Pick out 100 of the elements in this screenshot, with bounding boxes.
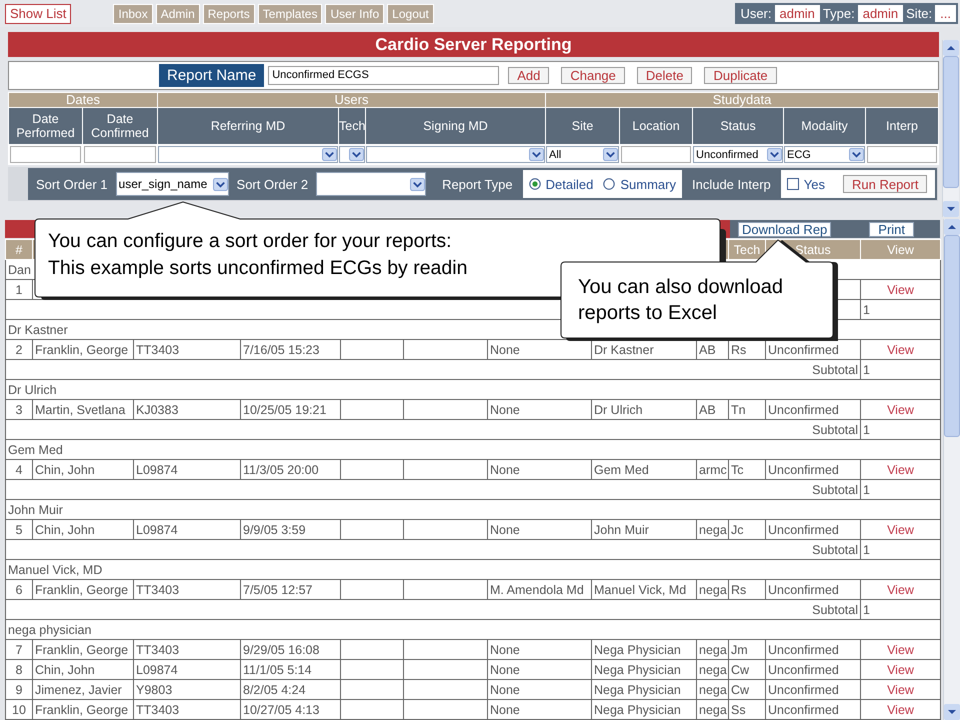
site-cell: nega xyxy=(699,682,727,696)
filter-column-header: Date Performed xyxy=(8,108,82,144)
form-button[interactable]: Add xyxy=(508,67,550,84)
row-number: 3 xyxy=(16,402,22,416)
tech-cell: Tn xyxy=(731,402,746,416)
filter-field[interactable] xyxy=(621,146,692,163)
date-cell: 7/16/05 15:23 xyxy=(243,342,320,356)
callout-text: You can configure a sort order for your reports: This example sorts unconfirmed ECGs by readin xyxy=(48,229,468,281)
filter-dropdown[interactable]: Unconfirmed xyxy=(693,146,784,163)
subtotal-label: Subtotal xyxy=(812,482,858,496)
caret-icon xyxy=(849,148,864,161)
patient-id: TT3403 xyxy=(136,342,180,356)
patient-name: Chin, John xyxy=(35,522,95,536)
status-cell: Unconfirmed xyxy=(768,642,839,656)
run-report-button[interactable]: Run Report xyxy=(842,175,928,193)
include-interp-label: Include Interp xyxy=(690,176,772,194)
row-number: 7 xyxy=(16,642,22,656)
date-cell: 11/3/05 20:00 xyxy=(243,462,319,476)
session-value: admin xyxy=(858,5,904,22)
form-button[interactable]: Duplicate xyxy=(704,67,777,84)
signing-md: John Muir xyxy=(594,522,649,536)
scroll-up-icon[interactable] xyxy=(943,40,960,56)
scroll-up-icon[interactable] xyxy=(944,219,960,235)
scroll-down-icon[interactable] xyxy=(944,704,960,720)
patient-name: Chin, John xyxy=(35,662,95,676)
column-header: View xyxy=(887,242,914,256)
sort-order-label: Sort Order 1 xyxy=(35,176,109,194)
toolbar-button[interactable]: Print xyxy=(869,222,914,236)
filter-dropdown[interactable]: All xyxy=(546,146,620,163)
caret-icon xyxy=(529,148,544,161)
caret-icon xyxy=(410,178,426,190)
patient-id: TT3403 xyxy=(136,642,180,656)
referring-md: None xyxy=(490,522,520,536)
subtotal-label: Subtotal xyxy=(812,422,858,436)
status-cell: Unconfirmed xyxy=(768,682,839,696)
status-cell: Unconfirmed xyxy=(768,342,839,356)
sort-dropdown[interactable] xyxy=(316,172,426,196)
form-button[interactable]: Delete xyxy=(636,67,692,84)
form-button[interactable]: Change xyxy=(561,67,625,84)
filter-field[interactable] xyxy=(10,146,81,163)
report-type-radio[interactable]: Summary xyxy=(603,176,676,192)
site-cell: armc xyxy=(699,462,727,476)
patient-id: L09874 xyxy=(136,462,178,476)
scrollbar[interactable] xyxy=(942,40,960,217)
date-cell: 9/29/05 16:08 xyxy=(243,642,320,656)
subtotal-value: 1 xyxy=(863,422,870,436)
patient-name: Chin, John xyxy=(35,462,95,476)
sort-dropdown[interactable]: user_sign_name xyxy=(116,172,229,196)
filter-dropdown[interactable]: ECG xyxy=(784,146,866,163)
signing-md: Nega Physician xyxy=(594,662,681,676)
show-list-link[interactable]: Show List xyxy=(5,4,72,24)
site-cell: nega xyxy=(699,522,727,536)
include-interp-checkbox[interactable]: Yes xyxy=(786,176,825,192)
caret-icon xyxy=(212,178,228,190)
toolbar-button[interactable]: Download Rep xyxy=(738,222,832,236)
subtotal-value: 1 xyxy=(863,302,870,316)
page-title: Cardio Server Reporting xyxy=(8,32,940,57)
filter-dropdown[interactable] xyxy=(339,146,365,163)
date-cell: 8/2/05 4:24 xyxy=(243,682,306,696)
patient-name: Franklin, George xyxy=(35,642,128,656)
filter-column-header: Location xyxy=(620,108,693,144)
row-number: 9 xyxy=(16,682,22,696)
scroll-down-icon[interactable] xyxy=(943,201,960,217)
report-name-field[interactable]: Unconfirmed ECGS xyxy=(268,66,500,85)
caret-icon xyxy=(349,148,364,161)
patient-name: Jimenez, Javier xyxy=(35,682,122,696)
subtotal-label: Subtotal xyxy=(812,542,858,556)
subtotal-value: 1 xyxy=(863,362,870,376)
report-type-radio[interactable]: Detailed xyxy=(528,176,594,192)
site-cell: nega xyxy=(699,642,727,656)
filter-column-header: Signing MD xyxy=(366,108,546,144)
filter-field[interactable] xyxy=(84,146,156,163)
referring-md: None xyxy=(490,462,520,476)
patient-id: L09874 xyxy=(136,662,178,676)
date-cell: 9/9/05 3:59 xyxy=(243,522,306,536)
row-number: 2 xyxy=(16,342,22,356)
status-cell: Unconfirmed xyxy=(768,662,839,676)
column-header: Status xyxy=(795,242,831,256)
tech-cell: Rs xyxy=(731,582,746,596)
patient-id: Y9803 xyxy=(136,682,172,696)
date-cell: 7/5/05 12:57 xyxy=(243,582,313,596)
filter-column-header: Interp xyxy=(866,108,939,144)
caret-icon xyxy=(767,148,782,161)
filter-field[interactable] xyxy=(867,146,938,163)
patient-id: TT3403 xyxy=(136,582,180,596)
patient-name: Franklin, George xyxy=(35,582,128,596)
filter-column-header: Tech xyxy=(338,108,366,144)
referring-md: None xyxy=(490,702,520,716)
referring-md: None xyxy=(490,662,520,676)
status-cell: Unconfirmed xyxy=(768,582,839,596)
report-type-label: Report Type xyxy=(441,176,514,194)
group-name: nega physician xyxy=(8,622,92,636)
signing-md: Nega Physician xyxy=(594,642,681,656)
scrollbar[interactable] xyxy=(943,219,960,720)
callout-text: You can also download reports to Excel xyxy=(578,275,783,326)
row-number: 1 xyxy=(16,282,22,296)
signing-md: Gem Med xyxy=(594,462,649,476)
referring-md: None xyxy=(490,642,520,656)
patient-name: Franklin, George xyxy=(35,342,128,356)
status-cell: Unconfirmed xyxy=(768,402,839,416)
